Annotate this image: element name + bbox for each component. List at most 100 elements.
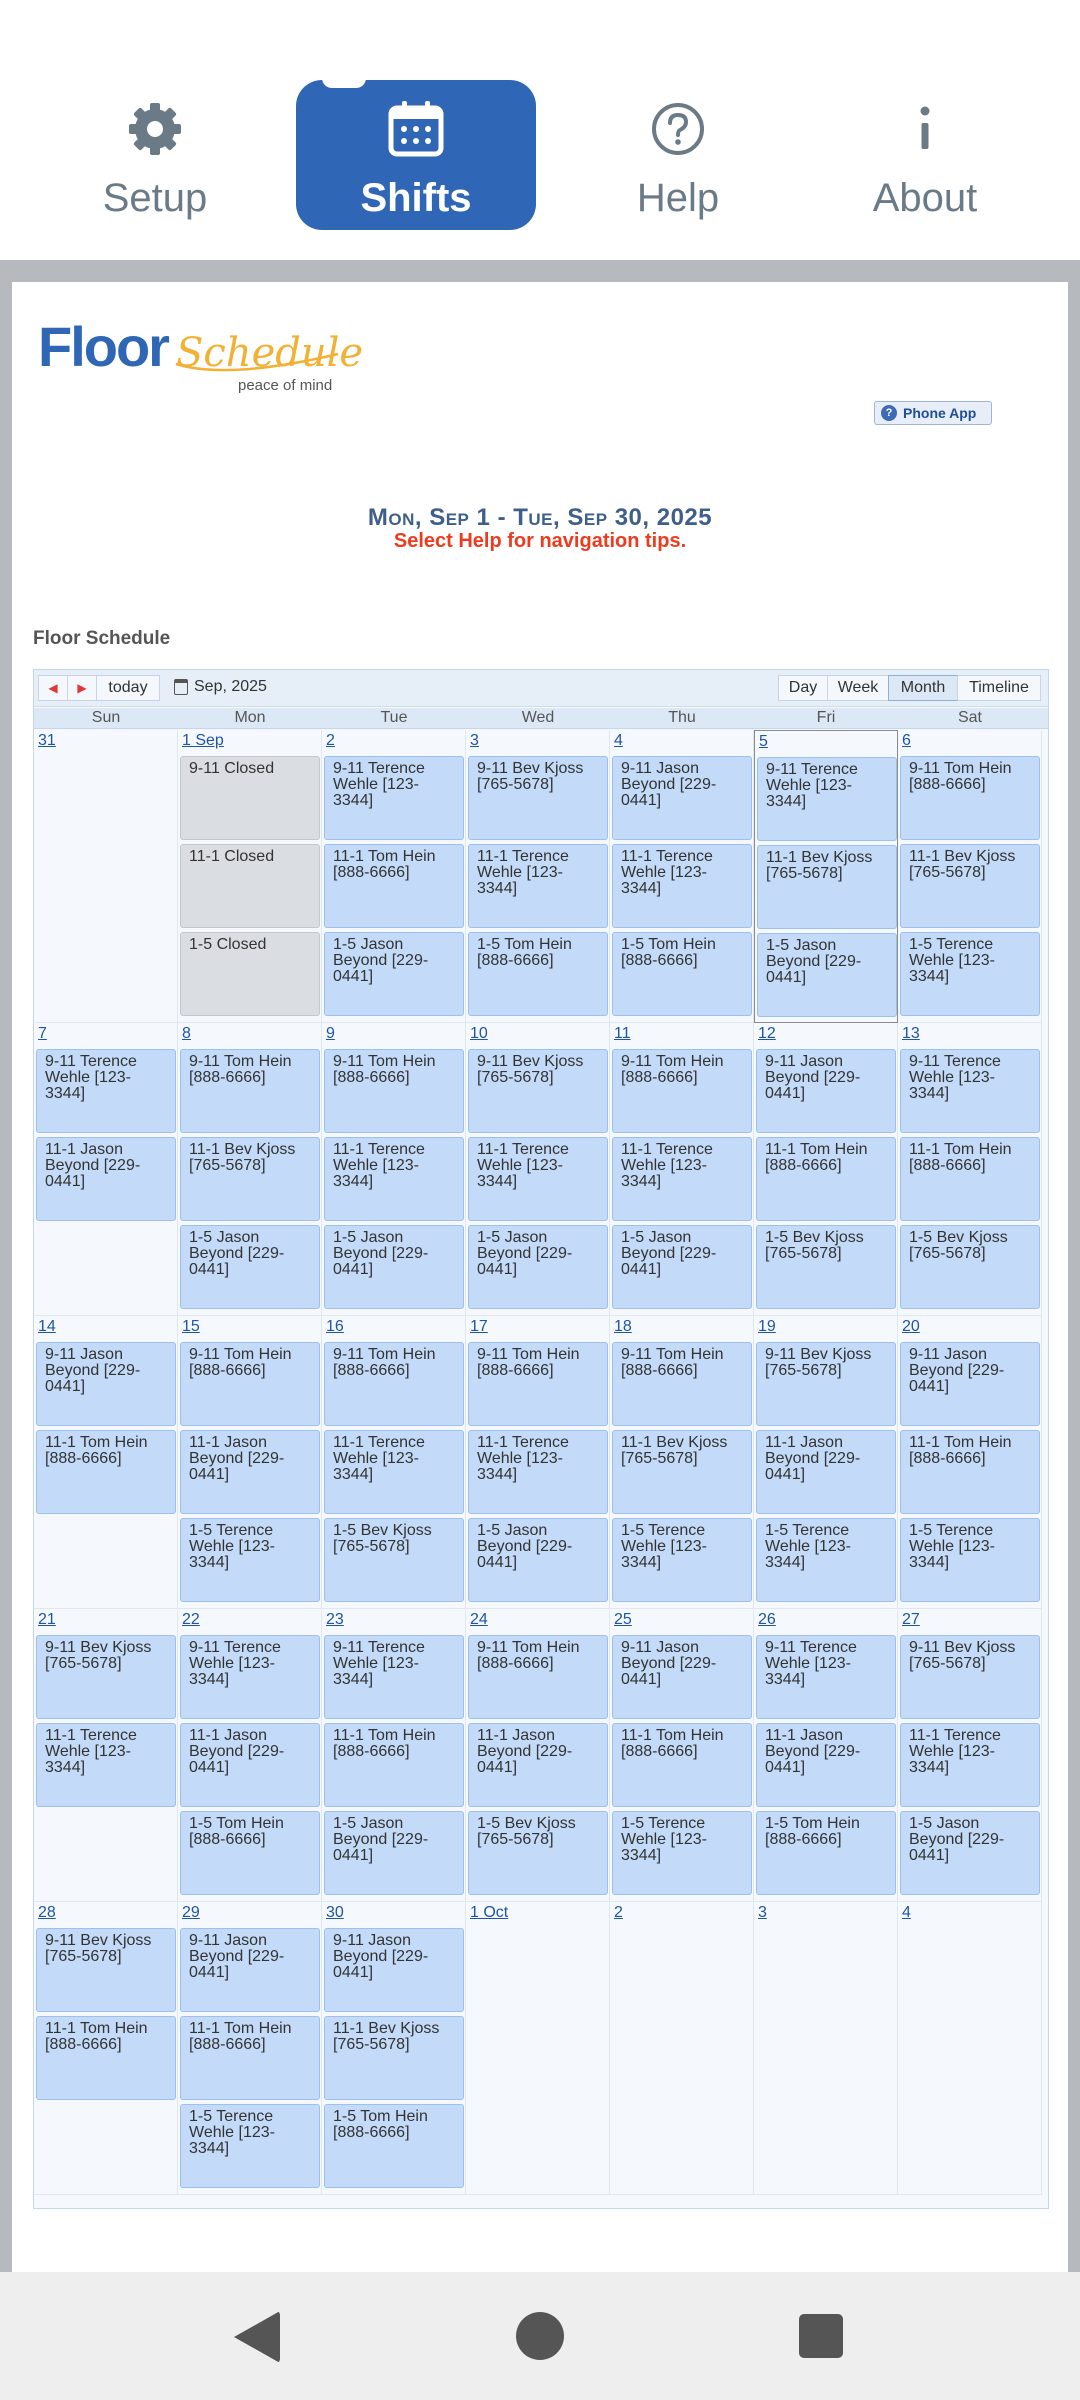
shift-event[interactable]: 1-5 Tom Hein [888-6666] [324, 2104, 464, 2188]
shift-event[interactable]: 11-1 Tom Hein [888-6666] [612, 1723, 752, 1807]
shift-event[interactable]: 9-11 Bev Kjoss [765-5678] [36, 1635, 176, 1719]
shift-event[interactable]: 9-11 Bev Kjoss [765-5678] [756, 1342, 896, 1426]
shift-event[interactable]: 11-1 Tom Hein [888-6666] [324, 1723, 464, 1807]
day-number-link[interactable]: 1 Oct [470, 1904, 508, 1922]
day-cell[interactable]: 22 9-11 Terence Wehle [123-3344] 11-1 Jaso… [178, 1609, 322, 1902]
view-timeline-button[interactable]: Timeline [957, 675, 1041, 701]
shift-event[interactable]: 11-1 Bev Kjoss [765-5678] [324, 2016, 464, 2100]
day-number-link[interactable]: 12 [758, 1025, 776, 1043]
shift-event[interactable]: 1-5 Bev Kjoss [765-5678] [468, 1811, 608, 1895]
shift-event[interactable]: 9-11 Bev Kjoss [765-5678] [900, 1635, 1040, 1719]
shift-event[interactable]: 9-11 Jason Beyond [229-0441] [756, 1049, 896, 1133]
day-number-link[interactable]: 22 [182, 1611, 200, 1629]
day-cell[interactable]: 16 9-11 Tom Hein [888-6666] 11-1 Terence W… [322, 1316, 466, 1609]
day-number-link[interactable]: 31 [38, 732, 56, 750]
shift-event[interactable]: 11-1 Terence Wehle [123-3344] [36, 1723, 176, 1807]
shift-event[interactable]: 11-1 Terence Wehle [123-3344] [324, 1430, 464, 1514]
shift-event[interactable]: 9-11 Tom Hein [888-6666] [612, 1342, 752, 1426]
day-cell[interactable]: 10 9-11 Bev Kjoss [765-5678] 11-1 Terence … [466, 1023, 610, 1316]
shift-event[interactable]: 1-5 Tom Hein [888-6666] [180, 1811, 320, 1895]
tab-help[interactable]: Help [558, 80, 798, 230]
day-number-link[interactable]: 23 [326, 1611, 344, 1629]
shift-event[interactable]: 1-5 Jason Beyond [229-0441] [612, 1225, 752, 1309]
day-number-link[interactable]: 3 [470, 732, 479, 750]
view-month-button[interactable]: Month [888, 675, 958, 701]
shift-event[interactable]: 11-1 Terence Wehle [123-3344] [468, 1137, 608, 1221]
shift-event[interactable]: 1-5 Tom Hein [888-6666] [756, 1811, 896, 1895]
day-number-link[interactable]: 9 [326, 1025, 335, 1043]
day-number-link[interactable]: 6 [902, 732, 911, 750]
shift-event[interactable]: 1-5 Jason Beyond [229-0441] [468, 1518, 608, 1602]
day-cell[interactable]: 2 9-11 Terence Wehle [123-3344] 11-1 Tom H… [322, 730, 466, 1023]
shift-event[interactable]: 11-1 Bev Kjoss [765-5678] [900, 844, 1040, 928]
day-number-link[interactable]: 3 [758, 1904, 767, 1922]
day-cell[interactable]: 26 9-11 Terence Wehle [123-3344] 11-1 Jaso… [754, 1609, 898, 1902]
day-cell[interactable]: 23 9-11 Terence Wehle [123-3344] 11-1 Tom … [322, 1609, 466, 1902]
day-number-link[interactable]: 8 [182, 1025, 191, 1043]
shift-event[interactable]: 1-5 Terence Wehle [123-3344] [900, 1518, 1040, 1602]
shift-event[interactable]: 9-11 Terence Wehle [123-3344] [900, 1049, 1040, 1133]
shift-event[interactable]: 1-5 Jason Beyond [229-0441] [468, 1225, 608, 1309]
shift-event[interactable]: 11-1 Tom Hein [888-6666] [900, 1430, 1040, 1514]
tab-about[interactable]: About [805, 80, 1045, 230]
phone-app-button[interactable]: ? Phone App [874, 401, 992, 425]
day-cell[interactable]: 27 9-11 Bev Kjoss [765-5678] 11-1 Terence … [898, 1609, 1042, 1902]
shift-event[interactable]: 9-11 Jason Beyond [229-0441] [612, 756, 752, 840]
shift-event[interactable]: 11-1 Jason Beyond [229-0441] [180, 1430, 320, 1514]
day-number-link[interactable]: 4 [614, 732, 623, 750]
shift-event[interactable]: 9-11 Bev Kjoss [765-5678] [468, 756, 608, 840]
shift-event[interactable]: 9-11 Terence Wehle [123-3344] [180, 1635, 320, 1719]
shift-event[interactable]: 11-1 Jason Beyond [229-0441] [756, 1723, 896, 1807]
day-cell[interactable]: 19 9-11 Bev Kjoss [765-5678] 11-1 Jason Be… [754, 1316, 898, 1609]
day-cell[interactable]: 25 9-11 Jason Beyond [229-0441] 11-1 Tom H… [610, 1609, 754, 1902]
day-cell[interactable]: 14 9-11 Jason Beyond [229-0441] 11-1 Tom H… [34, 1316, 178, 1609]
shift-event[interactable]: 11-1 Terence Wehle [123-3344] [468, 844, 608, 928]
day-cell[interactable]: 7 9-11 Terence Wehle [123-3344] 11-1 Jason… [34, 1023, 178, 1316]
next-button[interactable]: ▶ [67, 675, 97, 701]
day-number-link[interactable]: 14 [38, 1318, 56, 1336]
shift-event[interactable]: 9-11 Terence Wehle [123-3344] [324, 756, 464, 840]
shift-event[interactable]: 1-5 Jason Beyond [229-0441] [180, 1225, 320, 1309]
shift-event[interactable]: 1-5 Bev Kjoss [765-5678] [900, 1225, 1040, 1309]
shift-event[interactable]: 9-11 Bev Kjoss [765-5678] [468, 1049, 608, 1133]
day-cell[interactable]: 18 9-11 Tom Hein [888-6666] 11-1 Bev Kjoss… [610, 1316, 754, 1609]
day-number-link[interactable]: 21 [38, 1611, 56, 1629]
day-cell[interactable]: 9 9-11 Tom Hein [888-6666] 11-1 Terence We… [322, 1023, 466, 1316]
day-cell[interactable]: 11 9-11 Tom Hein [888-6666] 11-1 Terence W… [610, 1023, 754, 1316]
day-number-link[interactable]: 26 [758, 1611, 776, 1629]
day-cell[interactable]: 20 9-11 Jason Beyond [229-0441] 11-1 Tom H… [898, 1316, 1042, 1609]
shift-event[interactable]: 1-5 Terence Wehle [123-3344] [612, 1811, 752, 1895]
shift-event[interactable]: 1-5 Terence Wehle [123-3344] [612, 1518, 752, 1602]
shift-event[interactable]: 11-1 Bev Kjoss [765-5678] [757, 845, 897, 929]
shift-event[interactable]: 1-5 Jason Beyond [229-0441] [757, 933, 897, 1017]
shift-event[interactable]: 11-1 Bev Kjoss [765-5678] [612, 1430, 752, 1514]
day-cell[interactable]: 29 9-11 Jason Beyond [229-0441] 11-1 Tom H… [178, 1902, 322, 2195]
day-cell[interactable]: 17 9-11 Tom Hein [888-6666] 11-1 Terence W… [466, 1316, 610, 1609]
shift-event[interactable]: 1-5 Terence Wehle [123-3344] [756, 1518, 896, 1602]
day-cell[interactable]: 6 9-11 Tom Hein [888-6666] 11-1 Bev Kjoss … [898, 730, 1042, 1023]
day-number-link[interactable]: 13 [902, 1025, 920, 1043]
shift-event[interactable]: 1-5 Bev Kjoss [765-5678] [756, 1225, 896, 1309]
shift-event[interactable]: 9-11 Terence Wehle [123-3344] [36, 1049, 176, 1133]
shift-event[interactable]: 1-5 Jason Beyond [229-0441] [324, 932, 464, 1016]
shift-event[interactable]: 11-1 Terence Wehle [123-3344] [324, 1137, 464, 1221]
home-icon[interactable] [516, 2312, 564, 2360]
day-cell[interactable]: 12 9-11 Jason Beyond [229-0441] 11-1 Tom H… [754, 1023, 898, 1316]
day-number-link[interactable]: 24 [470, 1611, 488, 1629]
day-number-link[interactable]: 28 [38, 1904, 56, 1922]
shift-event[interactable]: 9-11 Bev Kjoss [765-5678] [36, 1928, 176, 2012]
day-number-link[interactable]: 2 [326, 732, 335, 750]
closed-shift-event[interactable]: 11-1 Closed [180, 844, 320, 928]
today-button[interactable]: today [96, 675, 160, 701]
closed-shift-event[interactable]: 9-11 Closed [180, 756, 320, 840]
shift-event[interactable]: 9-11 Tom Hein [888-6666] [324, 1342, 464, 1426]
shift-event[interactable]: 1-5 Tom Hein [888-6666] [468, 932, 608, 1016]
day-number-link[interactable]: 1 Sep [182, 732, 224, 750]
day-number-link[interactable]: 17 [470, 1318, 488, 1336]
day-cell[interactable]: 5 9-11 Terence Wehle [123-3344] 11-1 Bev K… [754, 730, 898, 1023]
shift-event[interactable]: 1-5 Jason Beyond [229-0441] [900, 1811, 1040, 1895]
shift-event[interactable]: 11-1 Tom Hein [888-6666] [36, 1430, 176, 1514]
day-number-link[interactable]: 7 [38, 1025, 47, 1043]
shift-event[interactable]: 1-5 Bev Kjoss [765-5678] [324, 1518, 464, 1602]
day-cell[interactable]: 30 9-11 Jason Beyond [229-0441] 11-1 Bev K… [322, 1902, 466, 2195]
